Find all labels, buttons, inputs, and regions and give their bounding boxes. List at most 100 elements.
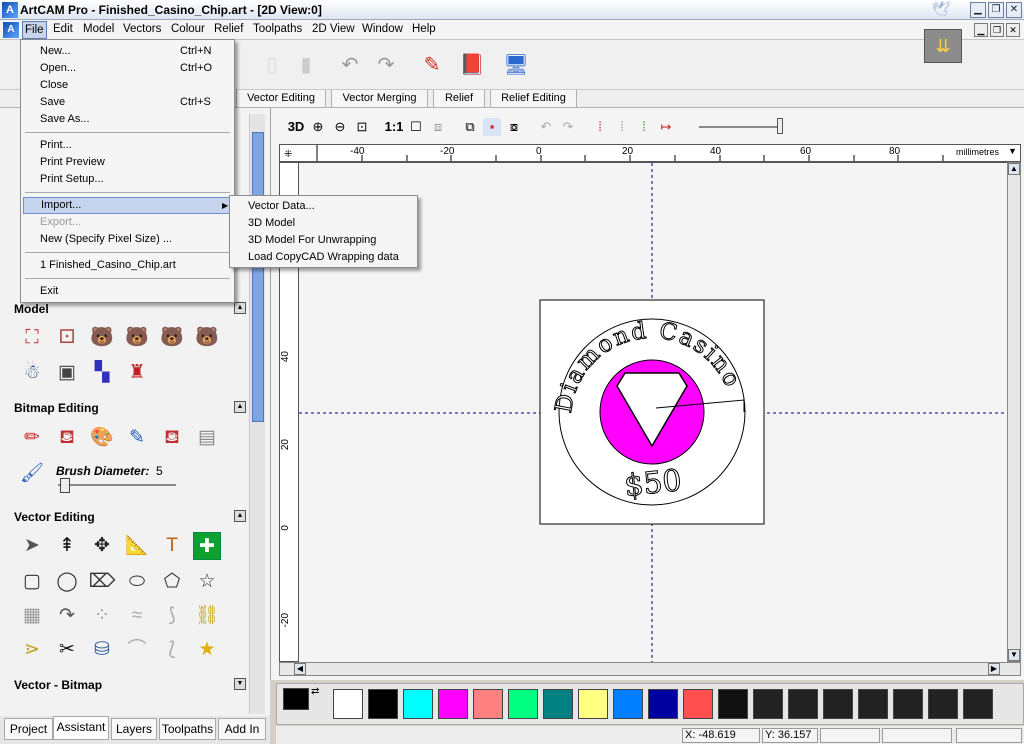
zoom-in-icon[interactable]: ⊕ bbox=[309, 118, 327, 136]
zoom-out-icon[interactable]: ⊖ bbox=[331, 118, 349, 136]
colour-swatch[interactable] bbox=[718, 689, 748, 719]
import-3d-model[interactable]: 3D Model bbox=[232, 215, 416, 232]
one-to-one-button[interactable]: 1:1 bbox=[383, 118, 405, 136]
model-origin-icon[interactable]: 🐻 bbox=[123, 324, 151, 352]
snap-grid-icon[interactable]: ⁞ bbox=[591, 118, 609, 136]
menu-exit[interactable]: Exit bbox=[23, 283, 232, 300]
view-slider-thumb[interactable] bbox=[777, 118, 783, 134]
load-copycad-wrapping[interactable]: Load CopyCAD Wrapping data bbox=[232, 249, 416, 266]
menu-edit[interactable]: Edit bbox=[51, 22, 75, 38]
section-model[interactable]: Model ▲ bbox=[14, 302, 246, 318]
undo-icon[interactable]: ↶ bbox=[336, 51, 364, 79]
collapse-icon[interactable]: ▼ bbox=[234, 678, 246, 690]
collapse-icon[interactable]: ▲ bbox=[234, 401, 246, 413]
menu-new[interactable]: New... Ctrl+N bbox=[23, 43, 232, 60]
collapse-icon[interactable]: ▲ bbox=[234, 510, 246, 522]
colour-swatch[interactable] bbox=[753, 689, 783, 719]
menu-print-preview[interactable]: Print Preview bbox=[23, 154, 232, 171]
transform-icon[interactable]: ✥ bbox=[88, 532, 116, 560]
swap-colours-icon[interactable]: ⇄ bbox=[311, 686, 319, 697]
mdi-restore-icon[interactable]: ❐ bbox=[990, 23, 1004, 37]
colour-swatch[interactable] bbox=[508, 689, 538, 719]
minimize-icon[interactable]: ▁ bbox=[970, 2, 986, 18]
fill-bucket-icon[interactable]: ⛾ bbox=[53, 424, 81, 452]
menu-import[interactable]: Import... ▶ bbox=[23, 197, 232, 214]
menu-save[interactable]: Save Ctrl+S bbox=[23, 94, 232, 111]
menu-model[interactable]: Model bbox=[81, 22, 116, 38]
colour-swatch[interactable] bbox=[438, 689, 468, 719]
tab-assistant[interactable]: Assistant bbox=[53, 716, 109, 740]
select-arrow-icon[interactable]: ➤ bbox=[18, 532, 46, 560]
colour-brush-icon[interactable]: ✎ bbox=[123, 424, 151, 452]
menu-help[interactable]: Help bbox=[410, 22, 438, 38]
model-area-icon[interactable]: ☐ bbox=[407, 118, 425, 136]
menu-new-pixel-size[interactable]: New (Specify Pixel Size) ... bbox=[23, 231, 232, 248]
menu-2d-view[interactable]: 2D View bbox=[310, 22, 357, 38]
model-resolution-icon[interactable]: ⚀ bbox=[53, 324, 81, 352]
restore-icon[interactable]: ❐ bbox=[988, 2, 1004, 18]
gradient-icon[interactable]: ▤ bbox=[193, 424, 221, 452]
layer-toggle-icon[interactable]: ⧉ bbox=[461, 118, 479, 136]
star-icon[interactable]: ☆ bbox=[193, 568, 221, 596]
colour-swatch[interactable] bbox=[648, 689, 678, 719]
tab-vector-merging[interactable]: Vector Merging bbox=[331, 90, 428, 108]
chain-icon[interactable]: ⛓ bbox=[193, 602, 221, 630]
fit-view-icon[interactable]: ⧈ bbox=[429, 118, 447, 136]
paste-icon[interactable]: ▯ bbox=[258, 51, 286, 79]
menu-window[interactable]: Window bbox=[360, 22, 405, 38]
show-vectors-icon[interactable]: ▪ bbox=[483, 118, 501, 136]
section-bitmap-editing[interactable]: Bitmap Editing ▲ bbox=[14, 401, 246, 417]
add-vector-icon[interactable]: ✚ bbox=[193, 532, 221, 560]
arc-icon[interactable]: ↷ bbox=[53, 602, 81, 630]
menu-vectors[interactable]: Vectors bbox=[121, 22, 163, 38]
collapse-icon[interactable]: ▲ bbox=[234, 302, 246, 314]
zoom-box-icon[interactable]: ⊡ bbox=[353, 118, 371, 136]
menu-open[interactable]: Open... Ctrl+O bbox=[23, 60, 232, 77]
array-grid-icon[interactable]: ▦ bbox=[18, 602, 46, 630]
colour-swatch[interactable] bbox=[578, 689, 608, 719]
canvas-horizontal-scrollbar[interactable]: ◀ ▶ bbox=[279, 662, 1021, 676]
wizard-icon[interactable]: 🖥 bbox=[502, 51, 530, 79]
trim-scissors-icon[interactable]: ✂ bbox=[53, 636, 81, 664]
view-undo-icon[interactable]: ↶ bbox=[537, 118, 555, 136]
node-pattern-icon[interactable]: ⁘ bbox=[88, 602, 116, 630]
colour-swatch[interactable] bbox=[823, 689, 853, 719]
colour-swatch[interactable] bbox=[473, 689, 503, 719]
smooth-icon[interactable]: ≈ bbox=[123, 602, 151, 630]
model-layers-icon[interactable]: ▚ bbox=[88, 359, 116, 387]
3d-view-button[interactable]: 3D bbox=[285, 118, 307, 136]
model-image-icon[interactable]: ☃ bbox=[18, 359, 46, 387]
menu-save-as[interactable]: Save As... bbox=[23, 111, 232, 128]
paint-brush-icon[interactable]: ✏ bbox=[18, 424, 46, 452]
scroll-left-icon[interactable]: ◀ bbox=[294, 663, 306, 675]
menu-print[interactable]: Print... bbox=[23, 137, 232, 154]
notes-icon[interactable]: ✎ bbox=[418, 51, 446, 79]
menu-colour[interactable]: Colour bbox=[169, 22, 207, 38]
panel-scroll-thumb[interactable] bbox=[252, 132, 264, 422]
mdi-minimize-icon[interactable]: ▁ bbox=[974, 23, 988, 37]
brush-diameter-slider-thumb[interactable] bbox=[60, 478, 70, 493]
canvas-vertical-scrollbar[interactable]: ▲ ▼ bbox=[1007, 162, 1021, 662]
view-redo-icon[interactable]: ↷ bbox=[559, 118, 577, 136]
menu-close[interactable]: Close bbox=[23, 77, 232, 94]
colour-swatch[interactable] bbox=[858, 689, 888, 719]
brush-diameter-slider-track[interactable] bbox=[58, 484, 176, 486]
redo-icon[interactable]: ↷ bbox=[372, 51, 400, 79]
text-tool-icon[interactable]: T bbox=[158, 532, 186, 560]
colour-swatch[interactable] bbox=[928, 689, 958, 719]
wrap-icon[interactable]: ⟅ bbox=[158, 636, 186, 664]
import-3d-model-unwrapping[interactable]: 3D Model For Unwrapping bbox=[232, 232, 416, 249]
menu-toolpaths[interactable]: Toolpaths bbox=[251, 22, 304, 38]
section-vector-editing[interactable]: Vector Editing ▲ bbox=[14, 510, 246, 526]
measure-icon[interactable]: 📐 bbox=[123, 532, 151, 560]
scroll-up-icon[interactable]: ▲ bbox=[1008, 163, 1020, 175]
tab-toolpaths[interactable]: Toolpaths bbox=[159, 718, 216, 740]
rectangle-icon[interactable]: ▢ bbox=[18, 568, 46, 596]
colour-swatch[interactable] bbox=[788, 689, 818, 719]
document-icon[interactable]: A bbox=[3, 22, 19, 38]
polygon-icon[interactable]: ⬠ bbox=[158, 568, 186, 596]
tab-layers[interactable]: Layers bbox=[111, 718, 157, 740]
colour-swatch[interactable] bbox=[613, 689, 643, 719]
arrow-guide-icon[interactable]: ↦ bbox=[657, 118, 675, 136]
primary-colour-swatch[interactable] bbox=[283, 688, 309, 710]
